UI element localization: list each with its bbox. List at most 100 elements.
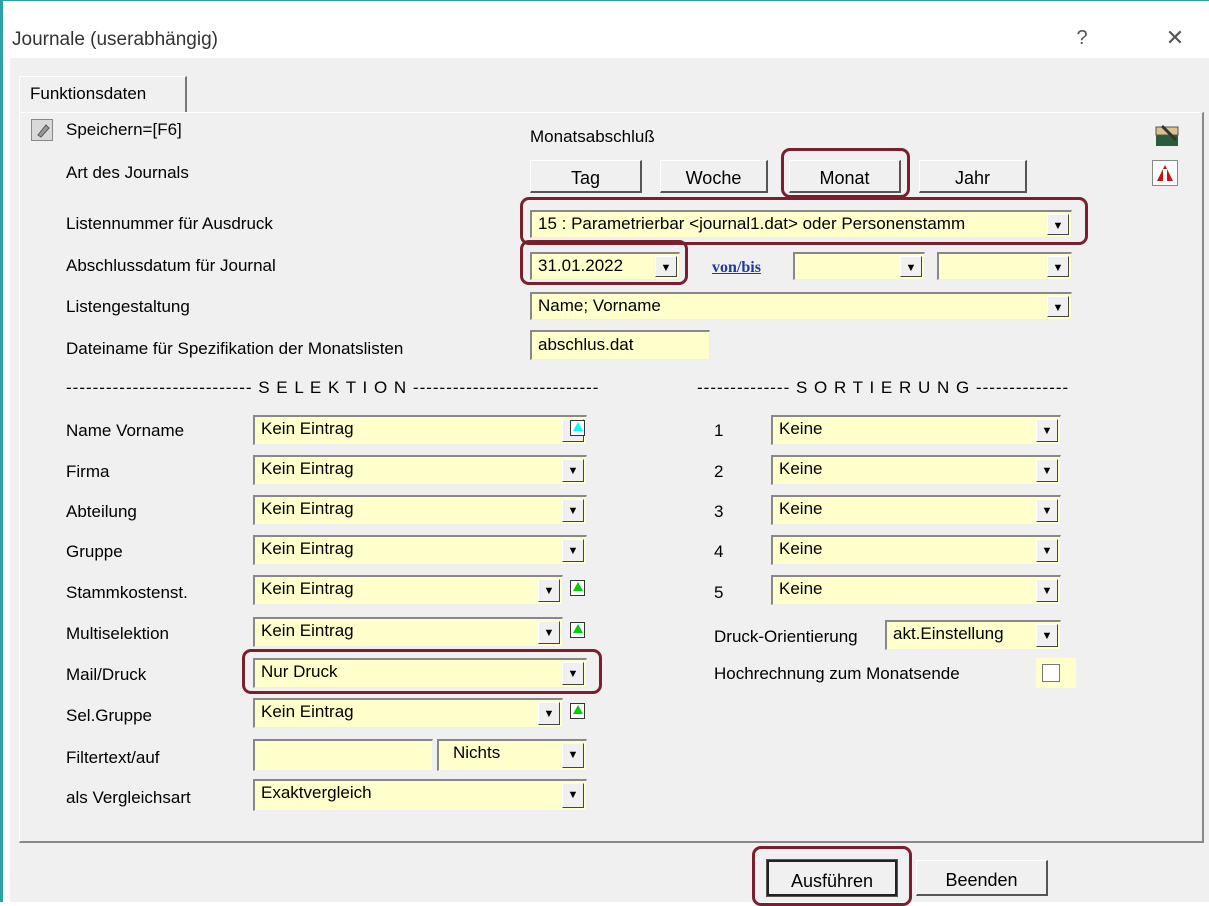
sort-number: 2 xyxy=(714,462,724,481)
window-title: Journale (userabhängig) xyxy=(12,29,218,50)
selection-select[interactable]: Kein Eintrag ▼ xyxy=(253,495,587,525)
book-icon[interactable] xyxy=(1152,122,1182,152)
selection-label: Stammkostenst. xyxy=(66,583,188,602)
selection-value: Kein Eintrag xyxy=(261,539,354,558)
selection-value: Kein Eintrag xyxy=(261,621,354,640)
sort-value: Keine xyxy=(779,579,823,598)
date-from-select[interactable]: ▼ xyxy=(793,252,925,280)
selection-label: Firma xyxy=(66,462,110,481)
filter-label: Filtertext/auf xyxy=(66,748,160,767)
sort-number: 4 xyxy=(714,542,724,561)
chevron-down-icon[interactable]: ▼ xyxy=(562,459,584,482)
save-icon[interactable] xyxy=(31,119,53,141)
chevron-down-icon[interactable]: ▼ xyxy=(1047,256,1069,277)
selection-label: Multiselektion xyxy=(66,624,169,643)
filter-operator-select[interactable]: Nichts ▼ xyxy=(437,739,587,771)
list-layout-select[interactable]: Name; Vorname ▼ xyxy=(530,292,1072,320)
chevron-down-icon[interactable]: ▼ xyxy=(538,702,560,725)
chevron-down-icon[interactable]: ▼ xyxy=(1047,296,1069,317)
selection-select[interactable]: Kein Eintrag ▼ xyxy=(253,698,563,728)
pick-icon[interactable] xyxy=(570,703,585,719)
chevron-down-icon[interactable]: ▼ xyxy=(538,621,560,644)
journal-type-label: Art des Journals xyxy=(66,163,189,182)
period-heading: Monatsabschluß xyxy=(530,127,655,146)
filename-label: Dateiname für Spezifikation der Monatsli… xyxy=(66,339,404,358)
pdf-icon[interactable] xyxy=(1152,160,1178,186)
selection-label: Sel.Gruppe xyxy=(66,706,152,725)
chevron-down-icon[interactable]: ▼ xyxy=(562,783,584,808)
monat-highlight xyxy=(781,148,910,198)
chevron-down-icon[interactable]: ▼ xyxy=(562,499,584,522)
date-to-select[interactable]: ▼ xyxy=(937,252,1072,280)
chevron-down-icon[interactable]: ▼ xyxy=(1036,539,1058,562)
selection-label: Mail/Druck xyxy=(66,665,147,684)
sort-select[interactable]: Keine ▼ xyxy=(771,455,1061,485)
selection-value: Kein Eintrag xyxy=(261,579,354,598)
comparison-value: Exaktvergleich xyxy=(261,783,372,802)
list-number-label: Listennummer für Ausdruck xyxy=(66,214,273,233)
sort-value: Keine xyxy=(779,499,823,518)
sort-select[interactable]: Keine ▼ xyxy=(771,415,1061,445)
chevron-down-icon[interactable]: ▼ xyxy=(900,256,922,277)
help-button[interactable]: ? xyxy=(1072,27,1092,50)
list-layout-value: Name; Vorname xyxy=(538,296,661,315)
extrapolation-checkbox[interactable] xyxy=(1042,664,1060,682)
chevron-down-icon[interactable]: ▼ xyxy=(538,579,560,602)
selection-header: ---------------------------- S E L E K T… xyxy=(66,378,600,397)
tag-button[interactable]: Tag xyxy=(530,160,642,193)
sort-number: 5 xyxy=(714,583,724,602)
sort-number: 1 xyxy=(714,421,724,440)
selection-select[interactable]: Kein Eintrag ▼ xyxy=(253,617,563,647)
chevron-down-icon[interactable]: ▼ xyxy=(1036,624,1058,647)
chevron-down-icon[interactable]: ▼ xyxy=(562,743,584,768)
sort-value: Keine xyxy=(779,419,823,438)
selection-select[interactable]: Kein Eintrag ▼ xyxy=(253,455,587,485)
sort-number: 3 xyxy=(714,502,724,521)
print-orientation-label: Druck-Orientierung xyxy=(714,627,858,646)
selection-label: Gruppe xyxy=(66,542,123,561)
selection-label: Name Vorname xyxy=(66,421,185,440)
sort-select[interactable]: Keine ▼ xyxy=(771,535,1061,565)
list-layout-label: Listengestaltung xyxy=(66,297,190,316)
von-bis-link[interactable]: von/bis xyxy=(712,259,761,277)
close-button[interactable]: ✕ xyxy=(1162,25,1188,51)
woche-button[interactable]: Woche xyxy=(660,160,768,193)
filter-text-input[interactable] xyxy=(253,739,433,771)
closing-date-highlight xyxy=(520,240,688,285)
jahr-button[interactable]: Jahr xyxy=(919,160,1027,193)
save-shortcut-label: Speichern=[F6] xyxy=(66,120,182,139)
selection-value: Kein Eintrag xyxy=(261,499,354,518)
chevron-down-icon[interactable]: ▼ xyxy=(1036,579,1058,602)
sort-value: Keine xyxy=(779,459,823,478)
chevron-down-icon[interactable]: ▼ xyxy=(562,539,584,562)
closing-date-label: Abschlussdatum für Journal xyxy=(66,256,276,275)
pick-icon[interactable] xyxy=(570,622,585,638)
mail-print-highlight xyxy=(242,649,602,694)
selection-select[interactable]: Kein Eintrag ▼ xyxy=(253,575,563,605)
filename-input[interactable]: abschlus.dat xyxy=(530,330,710,360)
chevron-down-icon[interactable]: ▼ xyxy=(1036,419,1058,442)
pick-icon[interactable] xyxy=(570,420,585,436)
chevron-down-icon[interactable]: ▼ xyxy=(1036,459,1058,482)
filter-operator-value: Nichts xyxy=(453,743,501,762)
selection-value: Kein Eintrag xyxy=(261,459,354,478)
sorting-header: -------------- S O R T I E R U N G -----… xyxy=(697,378,1070,397)
extrapolation-label: Hochrechnung zum Monatsende xyxy=(714,664,960,683)
print-orientation-select[interactable]: akt.Einstellung ▼ xyxy=(885,620,1061,650)
run-highlight xyxy=(752,846,912,906)
pick-icon[interactable] xyxy=(570,580,585,596)
comparison-label: als Vergleichsart xyxy=(66,788,191,807)
sort-value: Keine xyxy=(779,539,823,558)
sort-select[interactable]: Keine ▼ xyxy=(771,575,1061,605)
selection-select[interactable]: Kein Eintrag ▼ xyxy=(253,415,587,445)
list-number-highlight xyxy=(520,197,1088,245)
sort-select[interactable]: Keine ▼ xyxy=(771,495,1061,525)
selection-label: Abteilung xyxy=(66,502,137,521)
comparison-select[interactable]: Exaktvergleich ▼ xyxy=(253,779,587,811)
selection-value: Kein Eintrag xyxy=(261,702,354,721)
tab-funktionsdaten[interactable]: Funktionsdaten xyxy=(19,76,187,112)
chevron-down-icon[interactable]: ▼ xyxy=(1036,499,1058,522)
selection-value: Kein Eintrag xyxy=(261,419,354,438)
selection-select[interactable]: Kein Eintrag ▼ xyxy=(253,535,587,565)
quit-button[interactable]: Beenden xyxy=(916,860,1048,896)
